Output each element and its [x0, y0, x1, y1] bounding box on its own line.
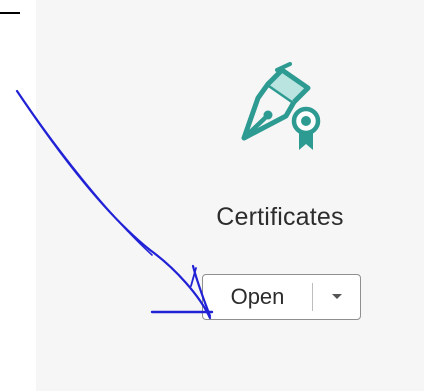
chevron-down-icon — [331, 294, 342, 299]
tool-title: Certificates — [216, 203, 344, 231]
open-button[interactable]: Open — [203, 275, 312, 319]
ribbon-seal-icon — [291, 106, 321, 150]
page: Certificates Open — [0, 0, 424, 391]
open-split-button[interactable]: Open — [202, 274, 361, 320]
open-options-dropdown[interactable] — [313, 275, 360, 319]
certificate-pen-icon — [241, 62, 321, 150]
top-edge-mark — [0, 12, 20, 14]
tool-panel — [36, 0, 424, 391]
